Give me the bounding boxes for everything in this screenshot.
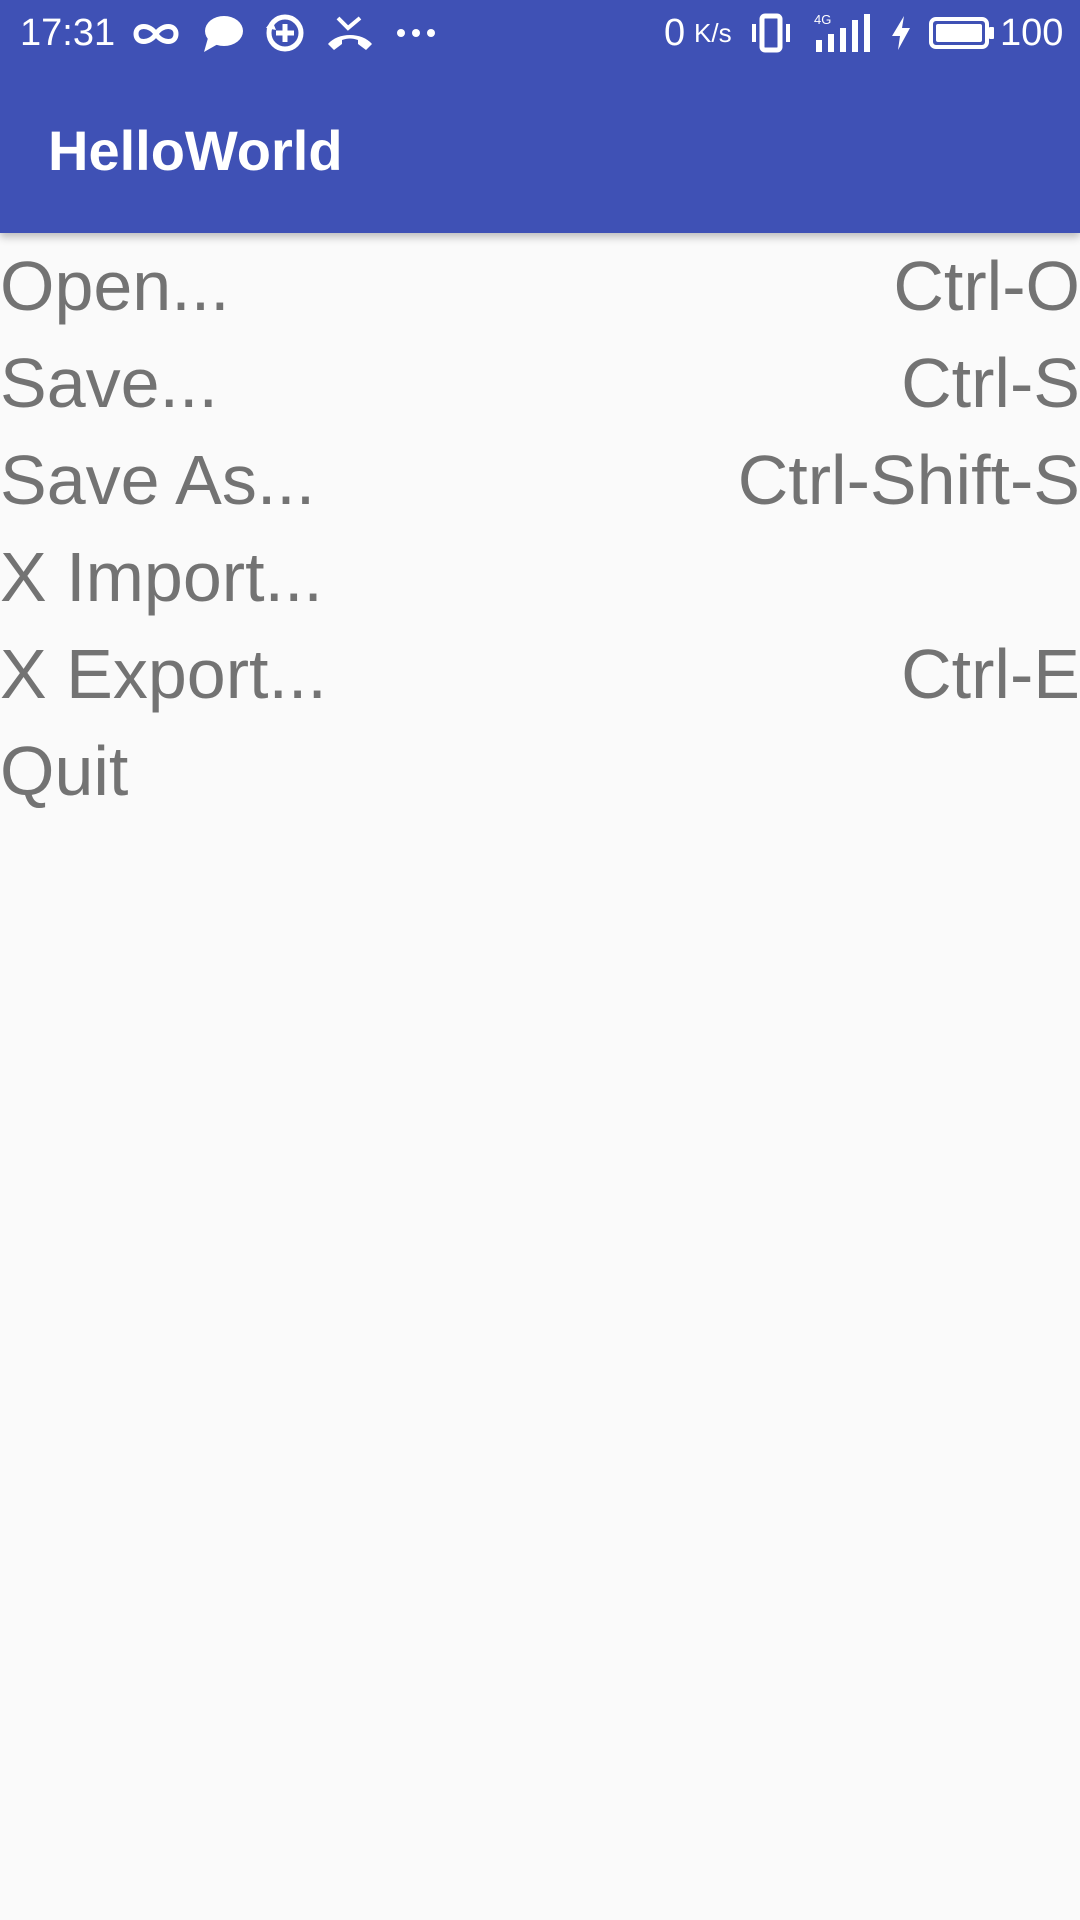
menu-item-quit[interactable]: Quit bbox=[0, 718, 1080, 815]
charging-icon bbox=[892, 16, 910, 50]
battery-icon bbox=[929, 17, 994, 49]
menu-item-shortcut: Ctrl-Shift-S bbox=[737, 441, 1080, 519]
menu-item-open[interactable]: Open... Ctrl-O bbox=[0, 233, 1080, 330]
status-time: 17:31 bbox=[20, 12, 116, 54]
app-title: HelloWorld bbox=[48, 119, 343, 182]
menu-item-shortcut: Ctrl-E bbox=[901, 635, 1080, 713]
menu-item-label: Open... bbox=[0, 247, 230, 325]
more-dots-icon bbox=[397, 29, 435, 37]
vibrate-icon bbox=[752, 13, 790, 53]
signal-4g-icon: 4G bbox=[814, 12, 870, 52]
net-speed-unit: K/s bbox=[694, 18, 732, 48]
menu-item-label: X Export... bbox=[0, 635, 327, 713]
status-bar: 17:31 0 K/s 4G 100 bbox=[0, 0, 1080, 66]
menu-item-shortcut: Ctrl-O bbox=[893, 247, 1080, 325]
menu-item-label: Save... bbox=[0, 344, 218, 422]
app-bar: 17:31 0 K/s 4G 100 HelloWorld bbox=[0, 0, 1080, 233]
menu-list: Open... Ctrl-O Save... Ctrl-S Save As...… bbox=[0, 233, 1080, 815]
menu-item-shortcut: Ctrl-S bbox=[901, 344, 1080, 422]
menu-item-label: X Import... bbox=[0, 538, 323, 616]
missed-call-icon bbox=[328, 16, 372, 50]
menu-item-save[interactable]: Save... Ctrl-S bbox=[0, 330, 1080, 427]
menu-item-export[interactable]: X Export... Ctrl-E bbox=[0, 621, 1080, 718]
menu-item-label: Save As... bbox=[0, 441, 316, 519]
infinity-icon bbox=[133, 24, 179, 44]
menu-item-import[interactable]: X Import... bbox=[0, 524, 1080, 621]
chat-bubble-icon bbox=[204, 16, 243, 52]
menu-item-save-as[interactable]: Save As... Ctrl-Shift-S bbox=[0, 427, 1080, 524]
svg-text:4G: 4G bbox=[814, 12, 831, 27]
menu-item-label: Quit bbox=[0, 732, 129, 810]
net-speed: 0 bbox=[664, 12, 686, 54]
battery-level: 100 bbox=[1000, 12, 1064, 54]
sync-icon bbox=[266, 14, 304, 52]
